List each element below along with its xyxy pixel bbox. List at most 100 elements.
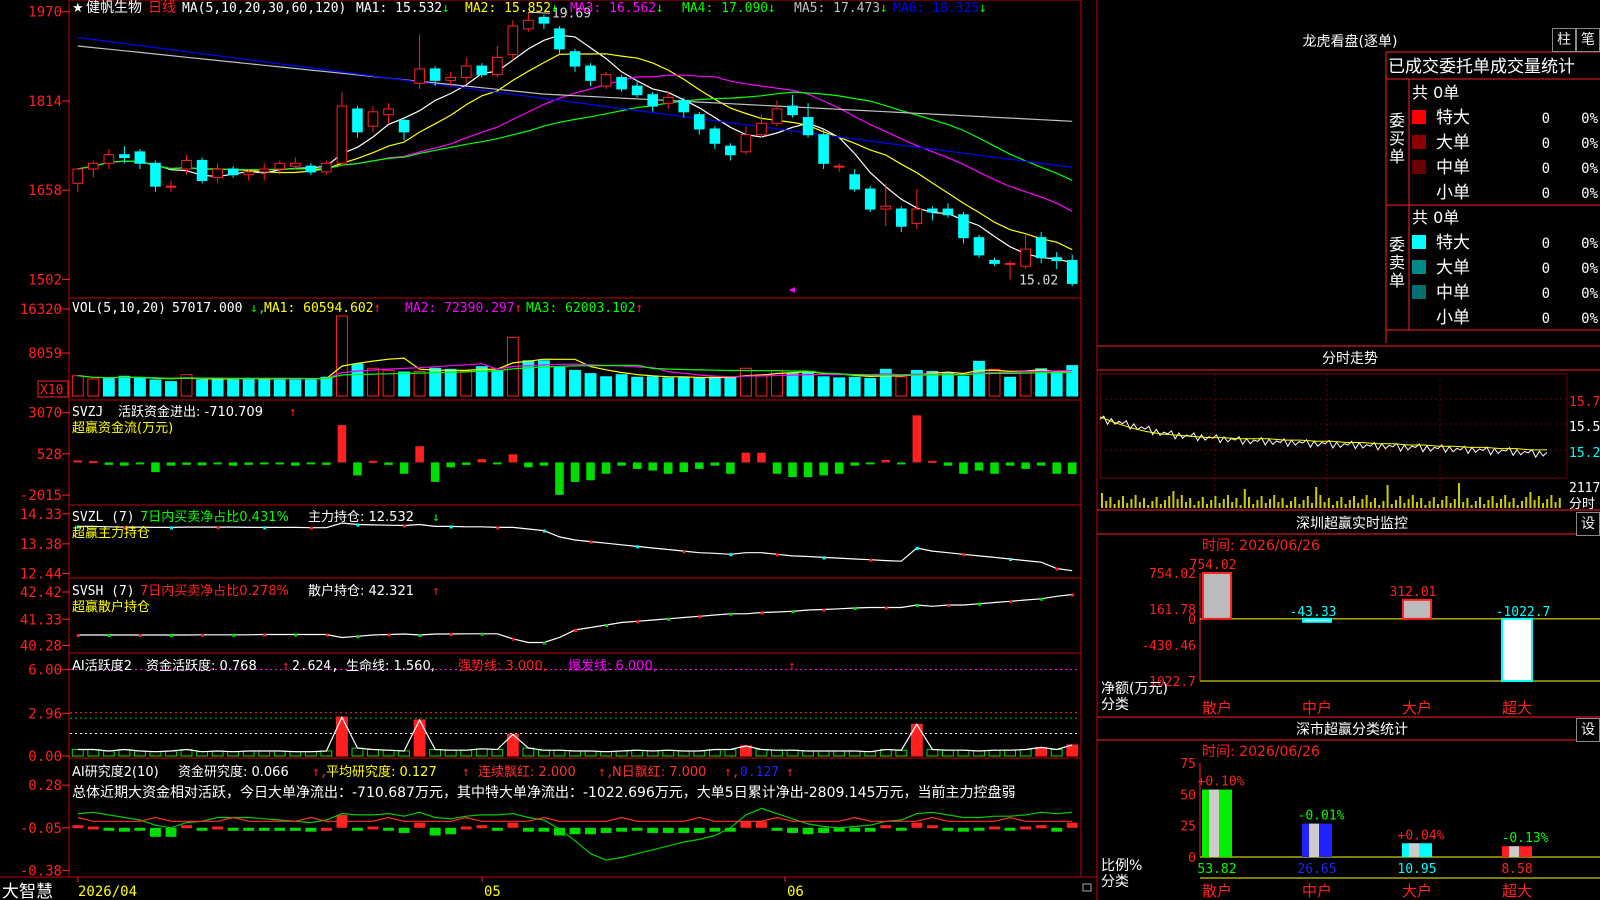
ai-active-bar[interactable] [662, 749, 675, 757]
volume-panel[interactable]: 16320 8059 X10 [20, 302, 1079, 398]
ai-active-bar[interactable] [724, 749, 737, 757]
candle-body[interactable] [336, 105, 348, 164]
svzj-bar[interactable] [1052, 462, 1061, 474]
svzj-bar[interactable] [539, 462, 549, 466]
ai-research-bar[interactable] [227, 827, 239, 831]
svzj-bar[interactable] [306, 462, 316, 465]
volume-bar[interactable] [211, 377, 224, 397]
volume-bar[interactable] [335, 315, 348, 397]
candle-body[interactable] [196, 159, 208, 181]
candle-body[interactable] [491, 56, 503, 76]
ai-research-bar[interactable] [538, 827, 550, 832]
volume-bar[interactable] [227, 379, 240, 397]
svzj-bar[interactable] [461, 462, 471, 465]
ai-active-bar[interactable] [973, 750, 985, 757]
svzj-bar[interactable] [182, 462, 191, 465]
ai-research-bar[interactable] [911, 822, 923, 828]
ai-active-bar[interactable] [646, 750, 659, 757]
candle-body[interactable] [973, 237, 985, 256]
candle-body[interactable] [989, 260, 1000, 264]
ai-research-bar[interactable] [367, 826, 379, 830]
ai-research-bar[interactable] [973, 827, 985, 831]
ai-research-bar[interactable] [1020, 826, 1032, 830]
ai-research-bar[interactable] [398, 827, 410, 833]
volume-bar[interactable] [615, 374, 628, 397]
volume-bar[interactable] [1004, 376, 1017, 397]
svzj-bar[interactable] [834, 462, 844, 474]
volume-bar[interactable] [646, 376, 659, 397]
ai-active-bar[interactable] [1050, 749, 1063, 757]
ai-active-bar[interactable] [910, 723, 923, 757]
svzj-bar[interactable] [601, 462, 611, 474]
candle-body[interactable] [600, 74, 612, 87]
candle-body[interactable] [1066, 260, 1078, 284]
candle-body[interactable] [445, 77, 457, 81]
ai-active-bar[interactable] [771, 749, 783, 757]
candle-body[interactable] [1020, 248, 1031, 267]
candle-body[interactable] [460, 65, 472, 78]
volume-bar[interactable] [755, 374, 768, 397]
volume-bar[interactable] [242, 378, 255, 397]
ai-active-bar[interactable] [786, 749, 799, 757]
svzj-bar[interactable] [228, 462, 238, 466]
volume-bar[interactable] [724, 376, 737, 397]
volume-bar[interactable] [631, 376, 644, 397]
volume-bar[interactable] [367, 367, 379, 397]
svzj-bar[interactable] [819, 462, 828, 476]
candle-body[interactable] [616, 77, 627, 90]
volume-bar[interactable] [320, 376, 333, 397]
ai-active-bar[interactable] [289, 751, 302, 757]
candle-body[interactable] [1035, 237, 1047, 259]
candle-body[interactable] [165, 185, 177, 188]
ai-research-bar[interactable] [165, 827, 177, 837]
ai-research-bar[interactable] [647, 827, 659, 833]
ai-research-bar[interactable] [196, 827, 208, 831]
volume-bar[interactable] [102, 377, 115, 397]
ai-active-bar[interactable] [708, 749, 721, 757]
svzj-bar[interactable] [89, 461, 98, 464]
ai-research-bar[interactable] [414, 822, 426, 828]
ai-research-bar[interactable] [802, 827, 814, 835]
candle-body[interactable] [725, 145, 736, 156]
ai-research-bar[interactable] [678, 827, 690, 833]
ai-research-bar[interactable] [989, 826, 1000, 830]
svzj-bar[interactable] [974, 462, 984, 471]
candle-body[interactable] [243, 171, 255, 176]
candle-body[interactable] [352, 108, 363, 133]
candle-body[interactable] [554, 28, 565, 50]
ai-active-bar[interactable] [569, 750, 581, 757]
svzj-bar[interactable] [493, 462, 502, 465]
ai-research-bar[interactable] [491, 827, 503, 831]
svzj-bar[interactable] [788, 462, 797, 478]
candle-body[interactable] [818, 134, 829, 164]
ai-research-bar[interactable] [585, 827, 596, 835]
candle-body[interactable] [87, 162, 99, 170]
svzj-bar[interactable] [990, 462, 999, 474]
ai-research-bar[interactable] [616, 827, 628, 832]
ai-research-bar[interactable] [709, 827, 721, 832]
svzj-bar[interactable] [555, 462, 564, 495]
candle-body[interactable] [1004, 262, 1016, 265]
ai-research-bar[interactable] [507, 822, 519, 828]
ai-active-bar[interactable] [677, 750, 690, 757]
ai-research-bar[interactable] [569, 827, 581, 835]
candle-body[interactable] [662, 97, 674, 104]
ai-active-bar[interactable] [304, 751, 317, 757]
ai-research-bar[interactable] [771, 827, 783, 831]
svzj-bar[interactable] [213, 462, 222, 465]
volume-bar[interactable] [662, 377, 675, 397]
ai-active-bar[interactable] [833, 750, 846, 757]
ai-research-bar[interactable] [212, 826, 224, 830]
candle-body[interactable] [212, 168, 223, 179]
ai-active-bar[interactable] [367, 749, 379, 757]
realtime-settings-button[interactable]: 设 [1576, 512, 1600, 536]
ai-active-bar[interactable] [864, 751, 877, 757]
candle-body[interactable] [709, 128, 721, 144]
ai-active-bar[interactable] [398, 750, 411, 757]
ai-research-bar[interactable] [942, 827, 954, 831]
ai-research-bar[interactable] [352, 827, 363, 831]
ai-research-bar[interactable] [429, 827, 441, 836]
ai-active-bar[interactable] [941, 749, 954, 757]
ai-research-bar[interactable] [305, 827, 317, 832]
ai-active-bar[interactable] [895, 749, 908, 757]
